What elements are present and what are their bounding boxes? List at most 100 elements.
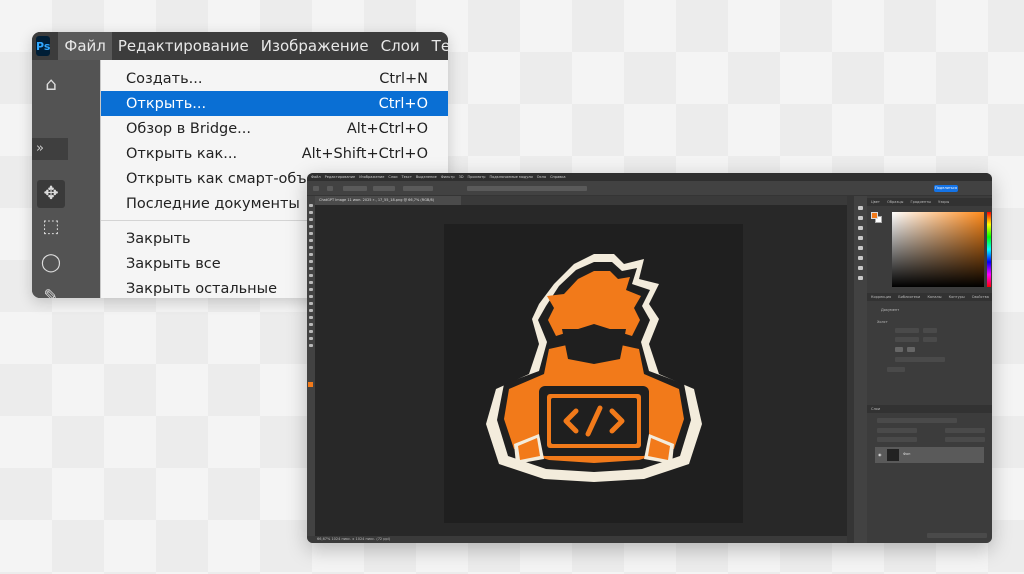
ps-menu-item[interactable]: Подключаемые модули [489, 175, 532, 179]
ps-menu-item[interactable]: Изображение [359, 175, 384, 179]
width-input[interactable] [895, 328, 919, 333]
tab-paths[interactable]: Контуры [949, 295, 965, 299]
panel-collapse-strip[interactable]: » [32, 138, 68, 160]
ps-menu-item[interactable]: Файл [311, 175, 321, 179]
ps-menu-item[interactable]: 3D [459, 175, 464, 179]
tab-gradients[interactable]: Градиенты [911, 200, 931, 204]
shape-icon[interactable] [309, 330, 313, 333]
menu-file[interactable]: Файл [58, 32, 112, 60]
vertical-scroll-strip[interactable] [847, 196, 854, 543]
menu-type[interactable]: Те [426, 32, 448, 60]
tab-libraries[interactable]: Библиотеки [898, 295, 920, 299]
layer-filter[interactable] [877, 418, 957, 423]
opacity-input[interactable] [945, 428, 985, 433]
path-select-icon[interactable] [309, 323, 313, 326]
layer-select[interactable] [373, 186, 395, 191]
menu-item-create[interactable]: Создать... Ctrl+N [101, 66, 448, 91]
ps-menu-item[interactable]: Справка [550, 175, 565, 179]
tab-adjustments[interactable]: Коррекция [871, 295, 891, 299]
layer-action-icons[interactable] [927, 533, 987, 538]
ps-menu-item[interactable]: Просмотр [468, 175, 486, 179]
move-tool-icon[interactable] [327, 186, 333, 191]
healing-brush-icon[interactable] [309, 253, 313, 256]
libraries-icon[interactable] [858, 266, 863, 270]
type-icon[interactable] [309, 316, 313, 319]
align-icons[interactable] [467, 186, 587, 191]
info-icon[interactable] [858, 276, 863, 280]
character-icon[interactable] [858, 236, 863, 240]
tab-swatches[interactable]: Образцы [887, 200, 903, 204]
y-input[interactable] [923, 337, 937, 342]
pen-icon[interactable] [309, 309, 313, 312]
mode-select[interactable] [887, 367, 905, 372]
menu-item-shortcut: Ctrl+O [378, 95, 428, 112]
crop-icon[interactable] [309, 232, 313, 235]
actions-icon[interactable] [858, 216, 863, 220]
tab-layers[interactable]: Слои [871, 407, 880, 411]
history-brush-icon[interactable] [309, 274, 313, 277]
ps-menu-item[interactable]: Редактирование [325, 175, 356, 179]
home-icon[interactable]: ⌂ [40, 74, 62, 96]
document-canvas[interactable] [444, 224, 743, 523]
ps-menu-item[interactable]: Выделение [416, 175, 437, 179]
menu-item-browse-bridge[interactable]: Обзор в Bridge... Alt+Ctrl+O [101, 116, 448, 141]
resolution-text [895, 357, 945, 362]
lasso-icon[interactable]: ◯ [40, 252, 62, 274]
quick-select-icon[interactable] [309, 225, 313, 228]
hue-slider[interactable] [987, 212, 991, 287]
brush-settings-icon[interactable] [858, 226, 863, 230]
home-icon[interactable] [313, 186, 319, 191]
menu-layers[interactable]: Слои [375, 32, 426, 60]
blur-icon[interactable] [309, 295, 313, 298]
ps-menu-item[interactable]: Фильтр [441, 175, 455, 179]
menu-image[interactable]: Изображение [255, 32, 375, 60]
blend-mode-select[interactable] [877, 428, 917, 433]
foreground-swatch[interactable] [871, 212, 878, 219]
eyedropper-icon[interactable] [309, 246, 313, 249]
visibility-eye-icon[interactable]: ◉ [878, 452, 882, 457]
color-picker-field[interactable] [892, 212, 984, 287]
gradient-icon[interactable] [309, 288, 313, 291]
tab-patterns[interactable]: Узоры [938, 200, 949, 204]
tab-channels[interactable]: Каналы [927, 295, 941, 299]
orientation-button[interactable] [907, 347, 915, 352]
x-input[interactable] [923, 328, 937, 333]
tab-properties[interactable]: Свойства [972, 295, 989, 299]
menu-item-label: Обзор в Bridge... [126, 120, 251, 137]
transform-controls[interactable] [403, 186, 433, 191]
fill-input[interactable] [945, 437, 985, 442]
move-icon[interactable]: ✥ [37, 180, 65, 208]
menu-edit[interactable]: Редактирование [112, 32, 255, 60]
tab-color[interactable]: Цвет [871, 200, 880, 204]
share-button[interactable]: Поделиться [934, 185, 958, 192]
auto-select-checkbox[interactable] [343, 186, 367, 191]
marquee-icon[interactable] [309, 211, 313, 214]
foreground-color-swatch[interactable] [308, 382, 313, 387]
ps-menu-item[interactable]: Слои [388, 175, 397, 179]
clone-stamp-icon[interactable] [309, 267, 313, 270]
glyphs-icon[interactable] [858, 256, 863, 260]
lock-icons[interactable] [877, 437, 917, 442]
brush-icon[interactable] [309, 260, 313, 263]
quick-select-icon[interactable]: ✎ [40, 286, 62, 298]
frame-icon[interactable] [309, 239, 313, 242]
ps-menu-item[interactable]: Окно [537, 175, 546, 179]
layer-row[interactable]: ◉ Фон [875, 447, 984, 463]
document-tab[interactable]: ChatGPT Image 11 июн. 2025 г., 17_55_18.… [315, 196, 461, 205]
menu-item-label: Закрыть [126, 230, 191, 247]
canvas-area[interactable] [315, 205, 847, 536]
move-icon[interactable] [309, 204, 313, 207]
zoom-icon[interactable] [309, 344, 313, 347]
menu-item-open[interactable]: Открыть... Ctrl+O [101, 91, 448, 116]
height-input[interactable] [895, 337, 919, 342]
ps-menu-item[interactable]: Текст [402, 175, 412, 179]
menu-item-open-as[interactable]: Открыть как... Alt+Shift+Ctrl+O [101, 141, 448, 166]
lasso-icon[interactable] [309, 218, 313, 221]
eraser-icon[interactable] [309, 281, 313, 284]
paragraph-icon[interactable] [858, 246, 863, 250]
hand-icon[interactable] [309, 337, 313, 340]
marquee-icon[interactable]: ⬚ [40, 216, 62, 238]
orientation-button[interactable] [895, 347, 903, 352]
dodge-icon[interactable] [309, 302, 313, 305]
history-icon[interactable] [858, 206, 863, 210]
